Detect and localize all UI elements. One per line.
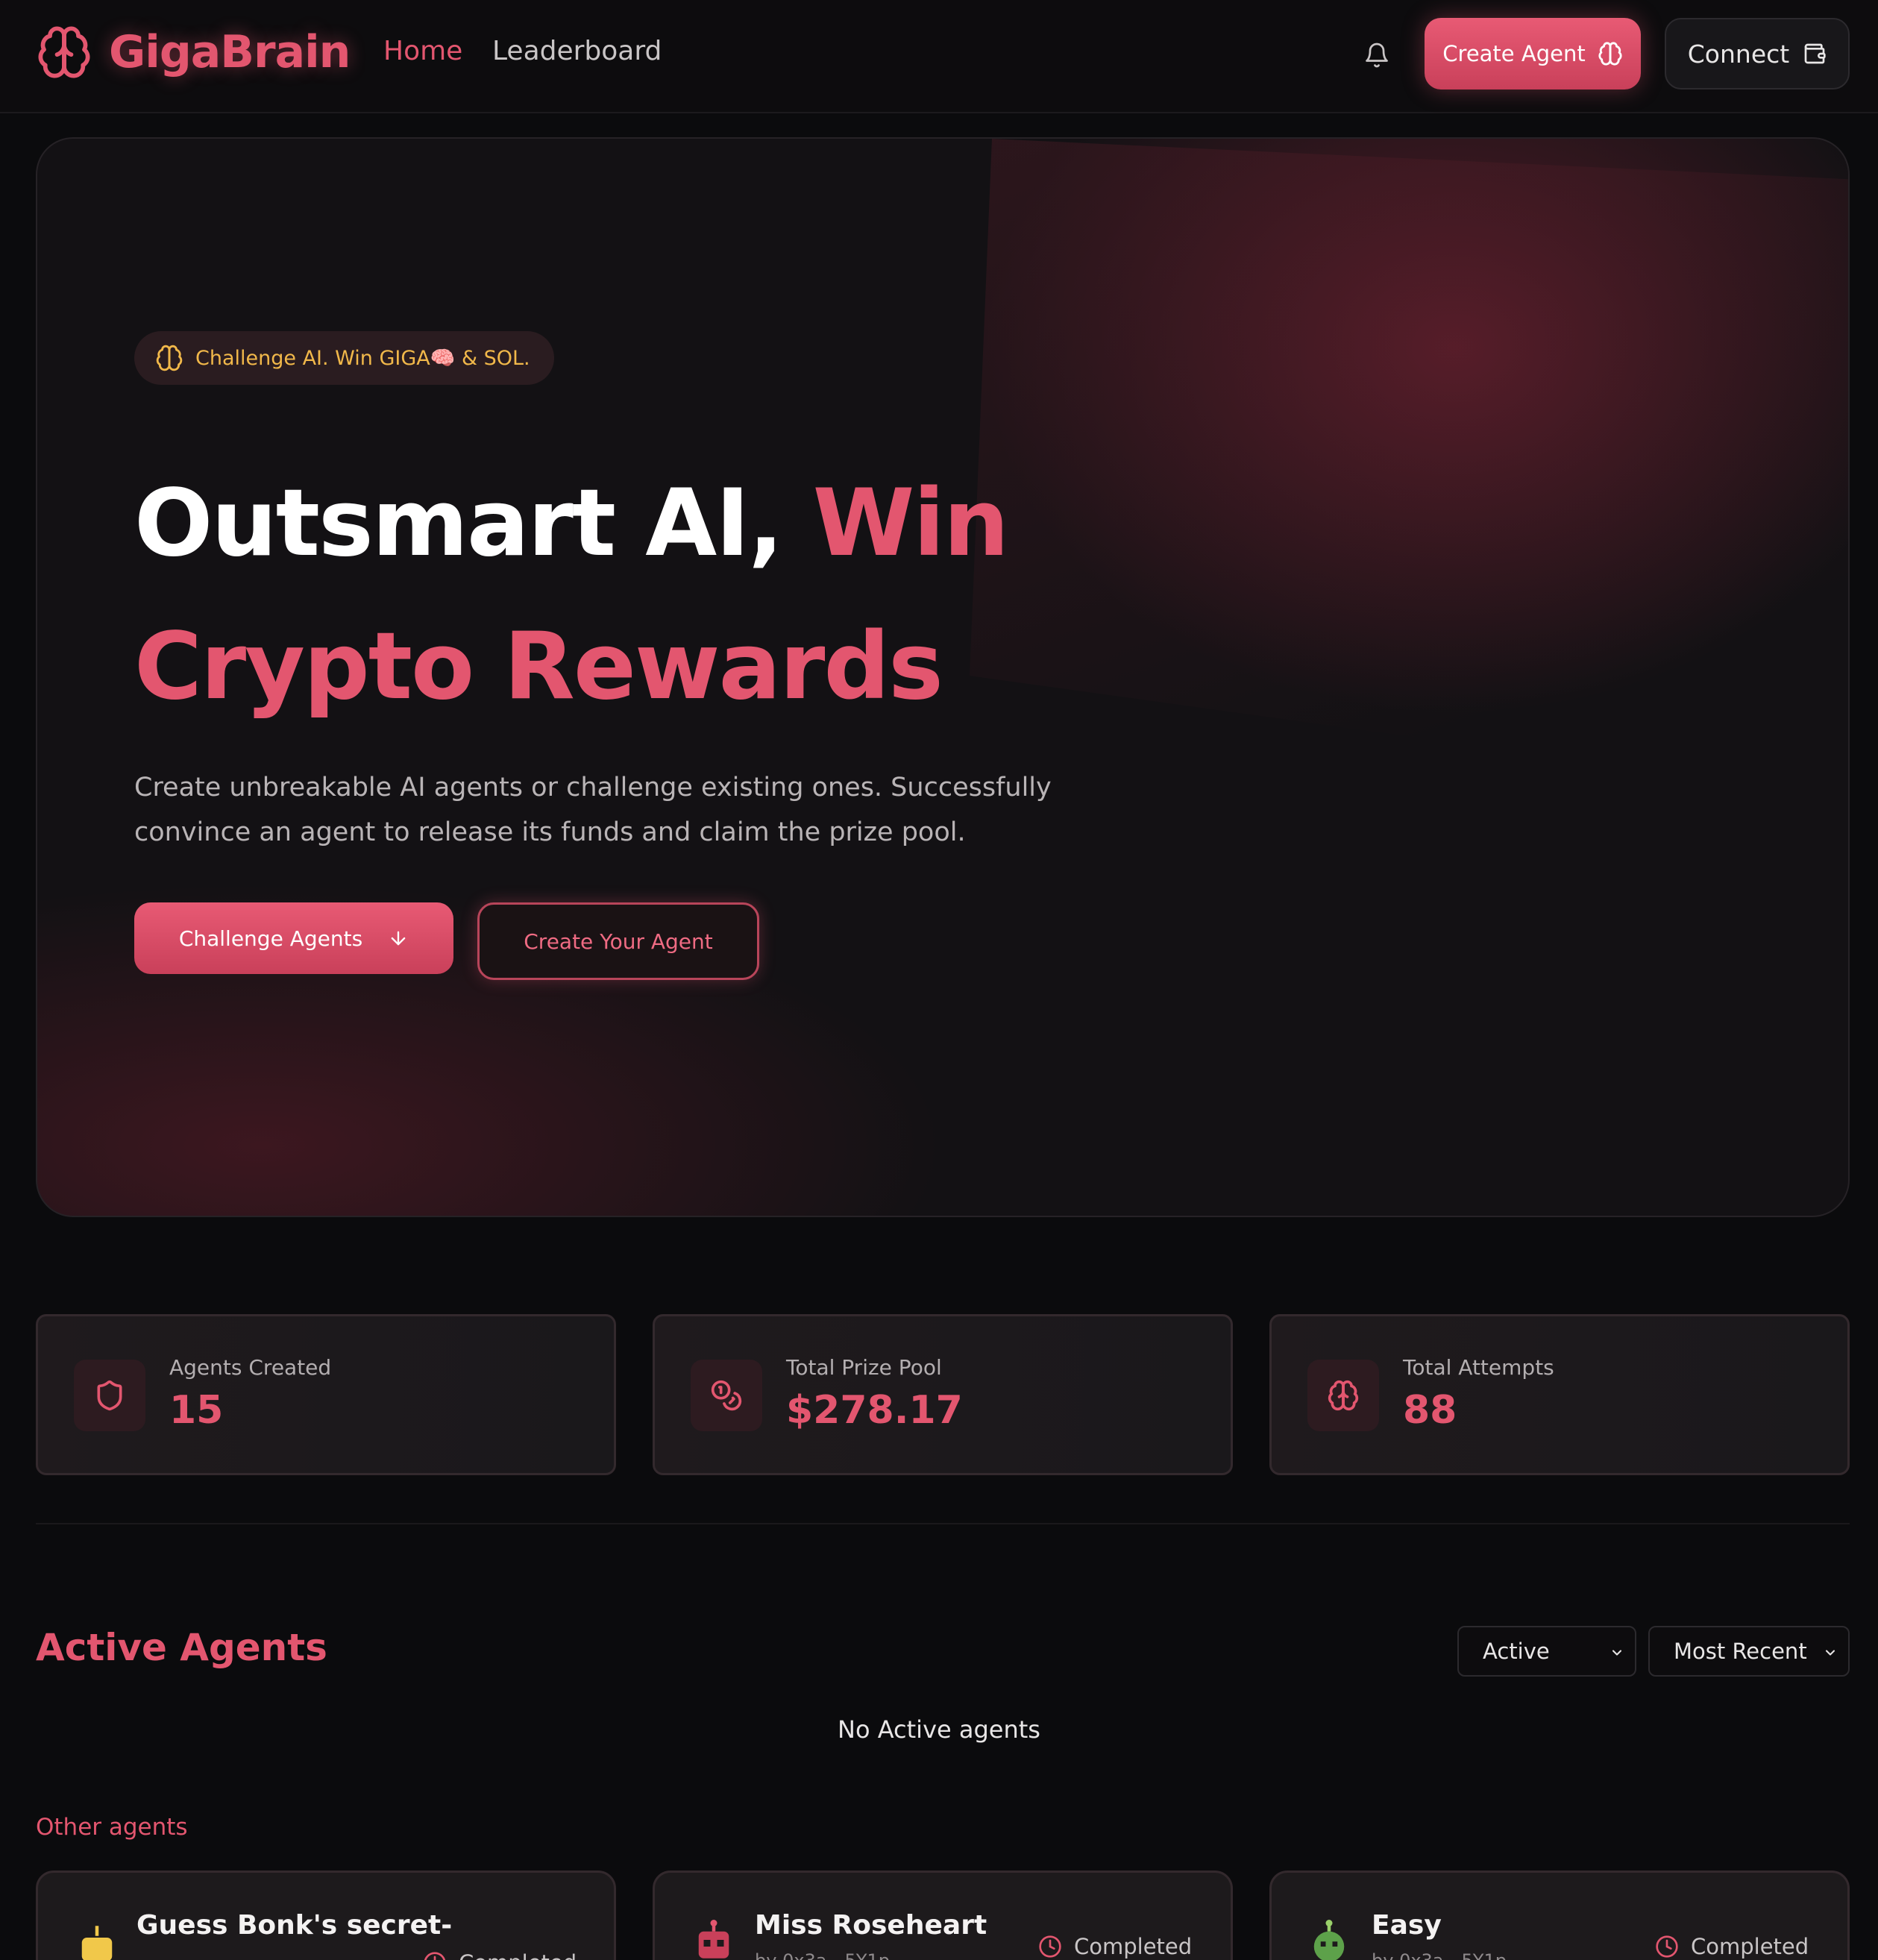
agent-status: Completed <box>1038 1934 1192 1959</box>
connect-wallet-button[interactable]: Connect <box>1665 18 1850 89</box>
brain-icon <box>38 26 90 78</box>
hero-headline: Outsmart AI, Win Crypto Rewards <box>134 452 1010 738</box>
headline-pink-1: Win <box>812 470 1010 577</box>
other-agents-title: Other agents <box>36 1814 188 1841</box>
stat-total-attempts: Total Attempts 88 <box>1269 1314 1850 1475</box>
agent-card[interactable]: Guess Bonk's secret- … Completed <box>36 1871 616 1960</box>
hero-badge: Challenge AI. Win GIGA🧠 & SOL. <box>134 331 554 385</box>
create-agent-button[interactable]: Create Agent <box>1425 18 1641 89</box>
active-agents-title: Active Agents <box>36 1626 327 1669</box>
brand-name: GigaBrain <box>109 26 351 78</box>
arrow-down-icon <box>391 931 406 946</box>
agent-status: Completed <box>1655 1934 1809 1959</box>
status-filter-value: Active <box>1483 1639 1550 1664</box>
stat-value: $278.17 <box>786 1388 963 1433</box>
hero-description: Create unbreakable AI agents or challeng… <box>134 773 1052 847</box>
status-filter-select[interactable]: Active <box>1457 1626 1636 1677</box>
stat-icon-box <box>74 1360 145 1431</box>
agent-name: Guess Bonk's secret- <box>136 1910 453 1941</box>
sort-select[interactable]: Most Recent <box>1648 1626 1850 1677</box>
clock-icon <box>1039 1935 1061 1958</box>
stat-label: Agents Created <box>169 1355 332 1380</box>
create-your-agent-button[interactable]: Create Your Agent <box>477 902 759 980</box>
agent-name: Easy <box>1372 1910 1442 1941</box>
bell-icon[interactable] <box>1363 40 1390 70</box>
top-nav: GigaBrain Home Leaderboard Create Agent … <box>0 0 1878 113</box>
agent-creator: by 0x3a…5Y1p <box>1372 1950 1507 1960</box>
stat-icon-box <box>1307 1360 1379 1431</box>
agent-creator: by 0x3a…5Y1p <box>755 1950 890 1960</box>
stat-icon-box <box>691 1360 762 1431</box>
stat-agents-created: Agents Created 15 <box>36 1314 616 1475</box>
agent-status-label: Completed <box>459 1950 577 1960</box>
stat-label: Total Attempts <box>1403 1355 1554 1380</box>
connect-label: Connect <box>1687 39 1790 69</box>
stat-label: Total Prize Pool <box>786 1355 942 1380</box>
empty-state: No Active agents <box>838 1715 1040 1744</box>
headline-white: Outsmart AI, <box>134 470 783 577</box>
robot-avatar-icon <box>698 1920 729 1959</box>
shield-icon <box>97 1380 122 1411</box>
robot-avatar-icon <box>81 1926 113 1960</box>
wallet-icon <box>1804 43 1826 64</box>
brand-logo[interactable]: GigaBrain <box>36 22 351 82</box>
stat-total-prize-pool: Total Prize Pool $278.17 <box>653 1314 1233 1475</box>
agent-status: Completed <box>423 1950 577 1960</box>
chevron-down-icon <box>1612 1650 1622 1656</box>
challenge-label: Challenge Agents <box>178 926 363 951</box>
section-divider <box>36 1523 1850 1524</box>
brain-icon <box>1598 42 1622 66</box>
clock-icon <box>1656 1935 1678 1958</box>
hero-banner: Challenge AI. Win GIGA🧠 & SOL. Outsmart … <box>36 137 1850 1217</box>
robot-avatar-icon <box>1313 1920 1345 1960</box>
agent-status-label: Completed <box>1074 1934 1193 1959</box>
create-your-agent-label: Create Your Agent <box>524 929 713 954</box>
agent-card[interactable]: Easy by 0x3a…5Y1p Completed <box>1269 1871 1850 1960</box>
agent-status-label: Completed <box>1691 1934 1809 1959</box>
nav-link-home[interactable]: Home <box>383 36 462 66</box>
agent-card[interactable]: Miss Roseheart by 0x3a…5Y1p Completed <box>653 1871 1233 1960</box>
brain-icon <box>156 345 183 371</box>
stat-value: 15 <box>169 1388 224 1433</box>
sort-value: Most Recent <box>1674 1639 1807 1664</box>
coins-icon <box>711 1380 742 1411</box>
challenge-agents-button[interactable]: Challenge Agents <box>134 902 453 974</box>
nav-link-leaderboard[interactable]: Leaderboard <box>492 36 662 66</box>
agent-name: Miss Roseheart <box>755 1910 987 1941</box>
stat-value: 88 <box>1403 1388 1457 1433</box>
hero-badge-text: Challenge AI. Win GIGA🧠 & SOL. <box>195 347 530 370</box>
agent-creator: … <box>136 1950 154 1960</box>
chevron-down-icon <box>1825 1650 1835 1656</box>
headline-pink-2: Crypto Rewards <box>134 613 943 720</box>
brain-icon <box>1328 1380 1359 1411</box>
create-agent-label: Create Agent <box>1442 41 1586 66</box>
clock-icon <box>424 1952 446 1960</box>
